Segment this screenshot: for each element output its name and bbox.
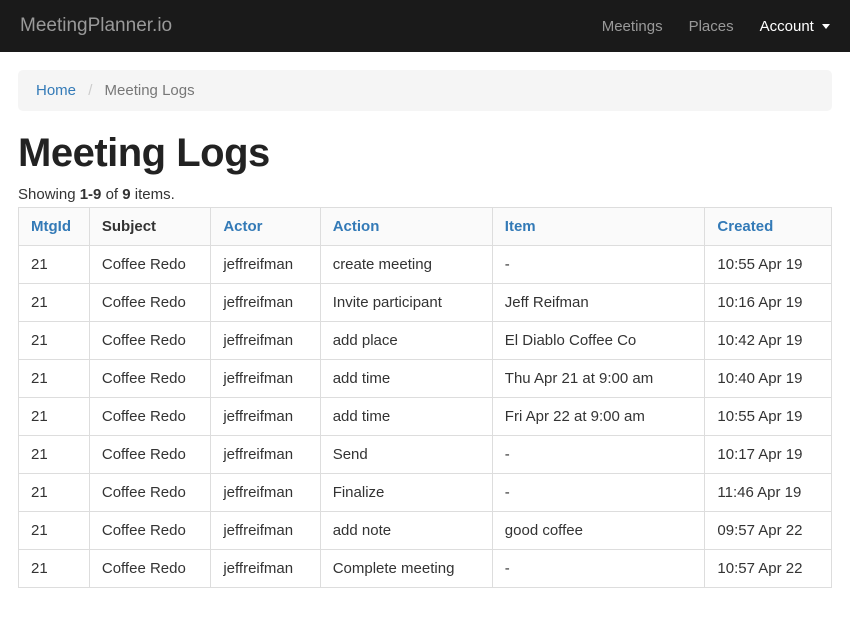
cell-action: create meeting	[320, 246, 492, 284]
cell-created: 10:42 Apr 19	[705, 322, 832, 360]
table-row: 21Coffee Redojeffreifmanadd placeEl Diab…	[19, 322, 832, 360]
sort-link-created[interactable]: Created	[717, 218, 773, 235]
cell-subject: Coffee Redo	[89, 550, 210, 588]
summary-mid: of	[101, 186, 122, 203]
cell-subject: Coffee Redo	[89, 474, 210, 512]
navbar-nav: Meetings Places Account	[602, 18, 830, 35]
cell-mtgid: 21	[19, 436, 90, 474]
cell-subject: Coffee Redo	[89, 322, 210, 360]
sort-link-action[interactable]: Action	[333, 218, 380, 235]
sort-link-item[interactable]: Item	[505, 218, 536, 235]
cell-mtgid: 21	[19, 398, 90, 436]
page-title: Meeting Logs	[18, 131, 832, 176]
cell-item: Fri Apr 22 at 9:00 am	[492, 398, 705, 436]
cell-action: add time	[320, 360, 492, 398]
logs-table: MtgId Subject Actor Action Item Created …	[18, 207, 832, 588]
cell-item: Jeff Reifman	[492, 284, 705, 322]
col-header-item[interactable]: Item	[492, 208, 705, 246]
cell-subject: Coffee Redo	[89, 398, 210, 436]
breadcrumb: Home / Meeting Logs	[18, 70, 832, 111]
cell-subject: Coffee Redo	[89, 436, 210, 474]
table-row: 21Coffee Redojeffreifmanadd timeThu Apr …	[19, 360, 832, 398]
cell-item: Thu Apr 21 at 9:00 am	[492, 360, 705, 398]
cell-item: -	[492, 474, 705, 512]
cell-actor: jeffreifman	[211, 436, 320, 474]
grid-summary: Showing 1-9 of 9 items.	[18, 186, 832, 203]
cell-action: add time	[320, 398, 492, 436]
summary-total: 9	[122, 186, 130, 203]
page-container: Home / Meeting Logs Meeting Logs Showing…	[0, 52, 850, 588]
cell-subject: Coffee Redo	[89, 512, 210, 550]
cell-created: 10:57 Apr 22	[705, 550, 832, 588]
col-header-action[interactable]: Action	[320, 208, 492, 246]
table-body: 21Coffee Redojeffreifmancreate meeting-1…	[19, 246, 832, 588]
nav-link-meetings[interactable]: Meetings	[602, 18, 663, 35]
sort-link-actor[interactable]: Actor	[223, 218, 262, 235]
breadcrumb-separator: /	[80, 82, 100, 99]
cell-actor: jeffreifman	[211, 284, 320, 322]
cell-action: Invite participant	[320, 284, 492, 322]
cell-mtgid: 21	[19, 246, 90, 284]
cell-created: 10:16 Apr 19	[705, 284, 832, 322]
table-row: 21Coffee RedojeffreifmanFinalize-11:46 A…	[19, 474, 832, 512]
summary-prefix: Showing	[18, 186, 80, 203]
cell-action: Finalize	[320, 474, 492, 512]
cell-actor: jeffreifman	[211, 398, 320, 436]
breadcrumb-home-link[interactable]: Home	[36, 82, 76, 99]
cell-item: El Diablo Coffee Co	[492, 322, 705, 360]
cell-created: 09:57 Apr 22	[705, 512, 832, 550]
table-row: 21Coffee RedojeffreifmanSend-10:17 Apr 1…	[19, 436, 832, 474]
cell-item: -	[492, 436, 705, 474]
cell-actor: jeffreifman	[211, 322, 320, 360]
cell-created: 10:55 Apr 19	[705, 246, 832, 284]
cell-mtgid: 21	[19, 512, 90, 550]
cell-action: Send	[320, 436, 492, 474]
cell-mtgid: 21	[19, 322, 90, 360]
caret-down-icon	[822, 24, 830, 29]
cell-action: add place	[320, 322, 492, 360]
summary-range: 1-9	[80, 186, 102, 203]
cell-mtgid: 21	[19, 550, 90, 588]
table-header-row: MtgId Subject Actor Action Item Created	[19, 208, 832, 246]
col-header-created[interactable]: Created	[705, 208, 832, 246]
nav-link-account[interactable]: Account	[760, 18, 830, 35]
cell-subject: Coffee Redo	[89, 284, 210, 322]
cell-item: -	[492, 550, 705, 588]
navbar-brand[interactable]: MeetingPlanner.io	[20, 15, 172, 37]
breadcrumb-current: Meeting Logs	[105, 82, 195, 99]
nav-link-places[interactable]: Places	[689, 18, 734, 35]
cell-actor: jeffreifman	[211, 360, 320, 398]
nav-link-account-label: Account	[760, 18, 814, 35]
sort-link-mtgid[interactable]: MtgId	[31, 218, 71, 235]
cell-action: add note	[320, 512, 492, 550]
cell-subject: Coffee Redo	[89, 246, 210, 284]
summary-suffix: items.	[131, 186, 175, 203]
cell-actor: jeffreifman	[211, 474, 320, 512]
col-header-actor[interactable]: Actor	[211, 208, 320, 246]
table-row: 21Coffee RedojeffreifmanComplete meeting…	[19, 550, 832, 588]
cell-created: 11:46 Apr 19	[705, 474, 832, 512]
cell-actor: jeffreifman	[211, 246, 320, 284]
cell-item: -	[492, 246, 705, 284]
table-row: 21Coffee RedojeffreifmanInvite participa…	[19, 284, 832, 322]
table-row: 21Coffee Redojeffreifmanadd timeFri Apr …	[19, 398, 832, 436]
navbar: MeetingPlanner.io Meetings Places Accoun…	[0, 0, 850, 52]
cell-item: good coffee	[492, 512, 705, 550]
cell-subject: Coffee Redo	[89, 360, 210, 398]
cell-mtgid: 21	[19, 474, 90, 512]
cell-actor: jeffreifman	[211, 550, 320, 588]
cell-mtgid: 21	[19, 284, 90, 322]
table-row: 21Coffee Redojeffreifmanadd notegood cof…	[19, 512, 832, 550]
col-header-mtgid[interactable]: MtgId	[19, 208, 90, 246]
table-row: 21Coffee Redojeffreifmancreate meeting-1…	[19, 246, 832, 284]
cell-mtgid: 21	[19, 360, 90, 398]
col-header-subject[interactable]: Subject	[89, 208, 210, 246]
cell-action: Complete meeting	[320, 550, 492, 588]
cell-created: 10:55 Apr 19	[705, 398, 832, 436]
cell-created: 10:40 Apr 19	[705, 360, 832, 398]
cell-actor: jeffreifman	[211, 512, 320, 550]
cell-created: 10:17 Apr 19	[705, 436, 832, 474]
